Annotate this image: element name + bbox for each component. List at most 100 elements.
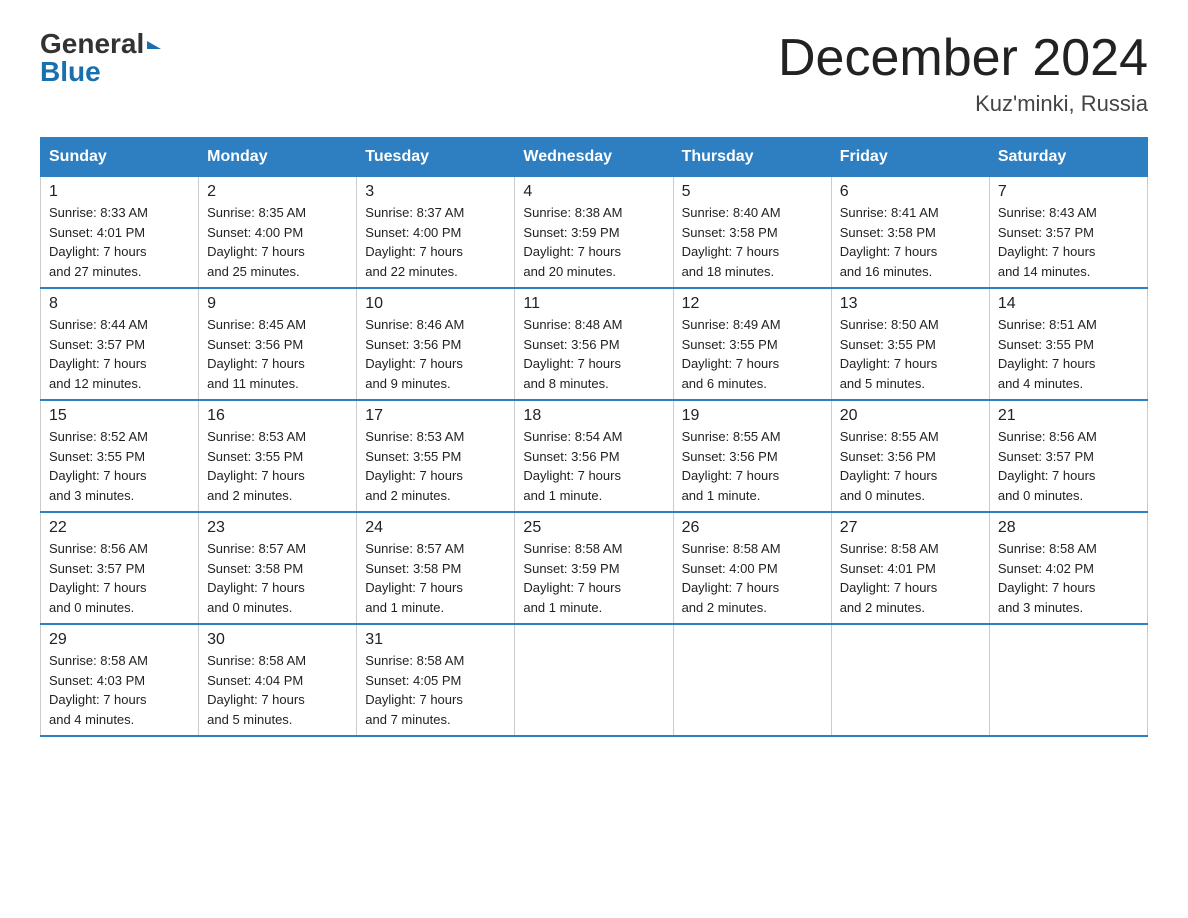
day-info: Sunrise: 8:56 AM Sunset: 3:57 PM Dayligh… [49, 539, 190, 617]
day-number: 13 [840, 295, 981, 313]
calendar-cell: 19 Sunrise: 8:55 AM Sunset: 3:56 PM Dayli… [673, 400, 831, 512]
calendar-cell: 13 Sunrise: 8:50 AM Sunset: 3:55 PM Dayli… [831, 288, 989, 400]
calendar-cell: 25 Sunrise: 8:58 AM Sunset: 3:59 PM Dayli… [515, 512, 673, 624]
weekday-header-wednesday: Wednesday [515, 138, 673, 177]
calendar-cell: 2Sunrise: 8:35 AM Sunset: 4:00 PM Daylig… [199, 177, 357, 289]
day-info: Sunrise: 8:58 AM Sunset: 4:02 PM Dayligh… [998, 539, 1139, 617]
day-number: 27 [840, 519, 981, 537]
calendar-cell: 22Sunrise: 8:56 AM Sunset: 3:57 PM Dayli… [41, 512, 199, 624]
calendar-week-row: 29 Sunrise: 8:58 AM Sunset: 4:03 PM Dayli… [41, 624, 1148, 736]
day-info: Sunrise: 8:58 AM Sunset: 4:03 PM Dayligh… [49, 651, 190, 729]
calendar-cell [673, 624, 831, 736]
calendar-cell: 26Sunrise: 8:58 AM Sunset: 4:00 PM Dayli… [673, 512, 831, 624]
day-number: 10 [365, 295, 506, 313]
logo-arrow-icon [147, 41, 161, 49]
day-info: Sunrise: 8:50 AM Sunset: 3:55 PM Dayligh… [840, 315, 981, 393]
calendar-cell: 24 Sunrise: 8:57 AM Sunset: 3:58 PM Dayli… [357, 512, 515, 624]
day-number: 21 [998, 407, 1139, 425]
calendar-cell: 23 Sunrise: 8:57 AM Sunset: 3:58 PM Dayli… [199, 512, 357, 624]
day-info: Sunrise: 8:53 AM Sunset: 3:55 PM Dayligh… [207, 427, 348, 505]
day-info: Sunrise: 8:51 AM Sunset: 3:55 PM Dayligh… [998, 315, 1139, 393]
day-info: Sunrise: 8:58 AM Sunset: 4:01 PM Dayligh… [840, 539, 981, 617]
weekday-header-friday: Friday [831, 138, 989, 177]
calendar-cell: 9 Sunrise: 8:45 AM Sunset: 3:56 PM Daylig… [199, 288, 357, 400]
day-number: 20 [840, 407, 981, 425]
day-number: 6 [840, 183, 981, 201]
day-number: 5 [682, 183, 823, 201]
day-number: 1 [49, 183, 190, 201]
calendar-cell: 6 Sunrise: 8:41 AM Sunset: 3:58 PM Daylig… [831, 177, 989, 289]
day-number: 14 [998, 295, 1139, 313]
day-info: Sunrise: 8:58 AM Sunset: 4:05 PM Dayligh… [365, 651, 506, 729]
day-number: 3 [365, 183, 506, 201]
day-info: Sunrise: 8:58 AM Sunset: 3:59 PM Dayligh… [523, 539, 664, 617]
day-info: Sunrise: 8:38 AM Sunset: 3:59 PM Dayligh… [523, 203, 664, 281]
day-info: Sunrise: 8:43 AM Sunset: 3:57 PM Dayligh… [998, 203, 1139, 281]
calendar-cell: 4 Sunrise: 8:38 AM Sunset: 3:59 PM Daylig… [515, 177, 673, 289]
day-number: 29 [49, 631, 190, 649]
calendar-cell: 5 Sunrise: 8:40 AM Sunset: 3:58 PM Daylig… [673, 177, 831, 289]
day-number: 2 [207, 183, 348, 201]
day-number: 25 [523, 519, 664, 537]
day-info: Sunrise: 8:33 AM Sunset: 4:01 PM Dayligh… [49, 203, 190, 281]
weekday-header-monday: Monday [199, 138, 357, 177]
day-number: 19 [682, 407, 823, 425]
weekday-header-sunday: Sunday [41, 138, 199, 177]
calendar-week-row: 1 Sunrise: 8:33 AM Sunset: 4:01 PM Daylig… [41, 177, 1148, 289]
page-header: General Blue December 2024 Kuz'minki, Ru… [40, 30, 1148, 117]
day-info: Sunrise: 8:49 AM Sunset: 3:55 PM Dayligh… [682, 315, 823, 393]
day-number: 17 [365, 407, 506, 425]
calendar-cell: 14 Sunrise: 8:51 AM Sunset: 3:55 PM Dayli… [989, 288, 1147, 400]
day-number: 30 [207, 631, 348, 649]
calendar-cell: 16 Sunrise: 8:53 AM Sunset: 3:55 PM Dayli… [199, 400, 357, 512]
calendar-cell: 31 Sunrise: 8:58 AM Sunset: 4:05 PM Dayli… [357, 624, 515, 736]
calendar-title: December 2024 [778, 30, 1148, 87]
day-number: 4 [523, 183, 664, 201]
calendar-cell: 8Sunrise: 8:44 AM Sunset: 3:57 PM Daylig… [41, 288, 199, 400]
calendar-cell [989, 624, 1147, 736]
day-number: 16 [207, 407, 348, 425]
calendar-cell: 17 Sunrise: 8:53 AM Sunset: 3:55 PM Dayli… [357, 400, 515, 512]
day-number: 28 [998, 519, 1139, 537]
calendar-cell: 15Sunrise: 8:52 AM Sunset: 3:55 PM Dayli… [41, 400, 199, 512]
calendar-cell [515, 624, 673, 736]
calendar-cell: 10 Sunrise: 8:46 AM Sunset: 3:56 PM Dayli… [357, 288, 515, 400]
day-info: Sunrise: 8:53 AM Sunset: 3:55 PM Dayligh… [365, 427, 506, 505]
day-info: Sunrise: 8:58 AM Sunset: 4:00 PM Dayligh… [682, 539, 823, 617]
calendar-week-row: 22Sunrise: 8:56 AM Sunset: 3:57 PM Dayli… [41, 512, 1148, 624]
weekday-header-thursday: Thursday [673, 138, 831, 177]
day-number: 23 [207, 519, 348, 537]
day-info: Sunrise: 8:37 AM Sunset: 4:00 PM Dayligh… [365, 203, 506, 281]
day-number: 31 [365, 631, 506, 649]
calendar-week-row: 8Sunrise: 8:44 AM Sunset: 3:57 PM Daylig… [41, 288, 1148, 400]
day-number: 18 [523, 407, 664, 425]
calendar-cell: 20Sunrise: 8:55 AM Sunset: 3:56 PM Dayli… [831, 400, 989, 512]
day-info: Sunrise: 8:56 AM Sunset: 3:57 PM Dayligh… [998, 427, 1139, 505]
day-number: 11 [523, 295, 664, 313]
weekday-header-saturday: Saturday [989, 138, 1147, 177]
day-info: Sunrise: 8:40 AM Sunset: 3:58 PM Dayligh… [682, 203, 823, 281]
day-info: Sunrise: 8:48 AM Sunset: 3:56 PM Dayligh… [523, 315, 664, 393]
day-info: Sunrise: 8:45 AM Sunset: 3:56 PM Dayligh… [207, 315, 348, 393]
calendar-subtitle: Kuz'minki, Russia [778, 91, 1148, 117]
day-number: 8 [49, 295, 190, 313]
day-number: 7 [998, 183, 1139, 201]
day-info: Sunrise: 8:57 AM Sunset: 3:58 PM Dayligh… [207, 539, 348, 617]
calendar-cell: 29 Sunrise: 8:58 AM Sunset: 4:03 PM Dayli… [41, 624, 199, 736]
day-info: Sunrise: 8:41 AM Sunset: 3:58 PM Dayligh… [840, 203, 981, 281]
day-number: 15 [49, 407, 190, 425]
calendar-cell: 28 Sunrise: 8:58 AM Sunset: 4:02 PM Dayli… [989, 512, 1147, 624]
logo-general: General [40, 28, 144, 59]
title-block: December 2024 Kuz'minki, Russia [778, 30, 1148, 117]
day-number: 9 [207, 295, 348, 313]
calendar-cell: 11 Sunrise: 8:48 AM Sunset: 3:56 PM Dayli… [515, 288, 673, 400]
day-info: Sunrise: 8:55 AM Sunset: 3:56 PM Dayligh… [682, 427, 823, 505]
day-number: 12 [682, 295, 823, 313]
weekday-header-row: SundayMondayTuesdayWednesdayThursdayFrid… [41, 138, 1148, 177]
day-number: 24 [365, 519, 506, 537]
calendar-week-row: 15Sunrise: 8:52 AM Sunset: 3:55 PM Dayli… [41, 400, 1148, 512]
calendar-cell: 3 Sunrise: 8:37 AM Sunset: 4:00 PM Daylig… [357, 177, 515, 289]
day-info: Sunrise: 8:57 AM Sunset: 3:58 PM Dayligh… [365, 539, 506, 617]
calendar-cell: 30Sunrise: 8:58 AM Sunset: 4:04 PM Dayli… [199, 624, 357, 736]
day-info: Sunrise: 8:46 AM Sunset: 3:56 PM Dayligh… [365, 315, 506, 393]
